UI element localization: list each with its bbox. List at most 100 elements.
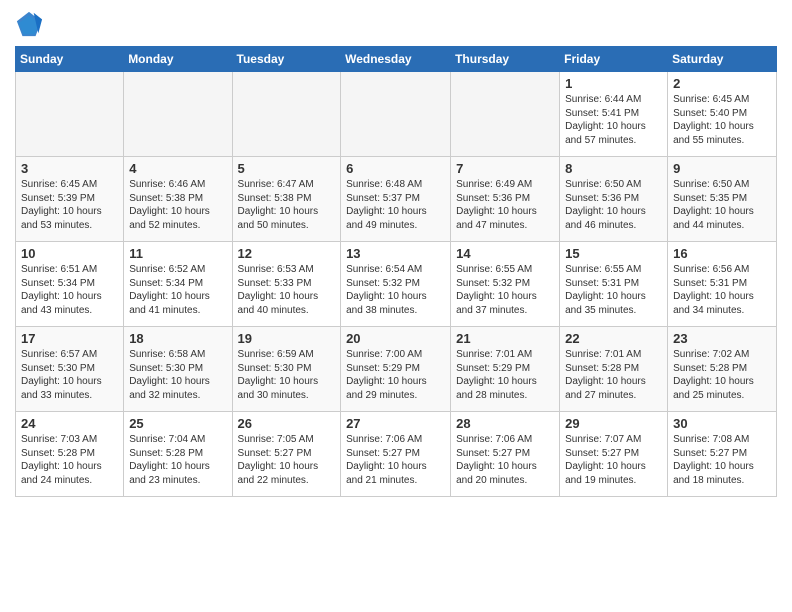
calendar-cell: 10 Sunrise: 6:51 AMSunset: 5:34 PMDayligh… [16,242,124,327]
day-number: 25 [129,416,226,431]
calendar-week-row: 3Sunrise: 6:45 AMSunset: 5:39 PMDaylight… [16,157,777,242]
calendar-cell: 15Sunrise: 6:55 AMSunset: 5:31 PMDayligh… [560,242,668,327]
calendar-cell: 14 Sunrise: 6:55 AMSunset: 5:32 PMDayligh… [451,242,560,327]
day-number: 10 [21,246,118,261]
day-header-saturday: Saturday [668,47,777,72]
calendar-cell: 13 Sunrise: 6:54 AMSunset: 5:32 PMDayligh… [341,242,451,327]
day-info: Sunrise: 6:56 AMSunset: 5:31 PMDaylight:… [673,263,771,317]
calendar-cell: 30 Sunrise: 7:08 AMSunset: 5:27 PMDayligh… [668,412,777,497]
day-info: Sunrise: 7:03 AMSunset: 5:28 PMDaylight:… [21,433,118,487]
day-number: 7 [456,161,554,176]
day-number: 30 [673,416,771,431]
day-number: 19 [238,331,336,346]
calendar-cell: 25 Sunrise: 7:04 AMSunset: 5:28 PMDayligh… [124,412,232,497]
calendar-cell: 8 Sunrise: 6:50 AMSunset: 5:36 PMDaylight… [560,157,668,242]
day-number: 9 [673,161,771,176]
day-number: 2 [673,76,771,91]
day-number: 27 [346,416,445,431]
day-info: Sunrise: 7:01 AMSunset: 5:28 PMDaylight:… [565,348,662,402]
day-header-tuesday: Tuesday [232,47,341,72]
day-info: Sunrise: 6:45 AMSunset: 5:39 PMDaylight:… [21,178,118,232]
day-number: 14 [456,246,554,261]
calendar-cell: 7 Sunrise: 6:49 AMSunset: 5:36 PMDaylight… [451,157,560,242]
calendar-cell: 2 Sunrise: 6:45 AMSunset: 5:40 PMDaylight… [668,72,777,157]
day-info: Sunrise: 6:50 AMSunset: 5:36 PMDaylight:… [565,178,662,232]
calendar-cell [16,72,124,157]
day-number: 18 [129,331,226,346]
page: SundayMondayTuesdayWednesdayThursdayFrid… [0,0,792,512]
calendar-table: SundayMondayTuesdayWednesdayThursdayFrid… [15,46,777,497]
day-number: 28 [456,416,554,431]
day-number: 12 [238,246,336,261]
day-header-sunday: Sunday [16,47,124,72]
calendar-week-row: 1 Sunrise: 6:44 AMSunset: 5:41 PMDaylight… [16,72,777,157]
day-info: Sunrise: 6:50 AMSunset: 5:35 PMDaylight:… [673,178,771,232]
calendar-cell [124,72,232,157]
day-info: Sunrise: 6:55 AMSunset: 5:31 PMDaylight:… [565,263,662,317]
day-info: Sunrise: 6:47 AMSunset: 5:38 PMDaylight:… [238,178,336,232]
day-info: Sunrise: 7:01 AMSunset: 5:29 PMDaylight:… [456,348,554,402]
calendar-cell: 27 Sunrise: 7:06 AMSunset: 5:27 PMDayligh… [341,412,451,497]
calendar-cell: 1 Sunrise: 6:44 AMSunset: 5:41 PMDaylight… [560,72,668,157]
day-info: Sunrise: 6:54 AMSunset: 5:32 PMDaylight:… [346,263,445,317]
day-info: Sunrise: 7:06 AMSunset: 5:27 PMDaylight:… [456,433,554,487]
day-info: Sunrise: 7:00 AMSunset: 5:29 PMDaylight:… [346,348,445,402]
day-info: Sunrise: 6:59 AMSunset: 5:30 PMDaylight:… [238,348,336,402]
calendar-cell: 24 Sunrise: 7:03 AMSunset: 5:28 PMDayligh… [16,412,124,497]
day-number: 4 [129,161,226,176]
day-info: Sunrise: 7:08 AMSunset: 5:27 PMDaylight:… [673,433,771,487]
calendar-cell: 26Sunrise: 7:05 AMSunset: 5:27 PMDayligh… [232,412,341,497]
day-number: 5 [238,161,336,176]
day-number: 8 [565,161,662,176]
calendar-week-row: 10 Sunrise: 6:51 AMSunset: 5:34 PMDayligh… [16,242,777,327]
day-info: Sunrise: 7:02 AMSunset: 5:28 PMDaylight:… [673,348,771,402]
calendar-cell: 28 Sunrise: 7:06 AMSunset: 5:27 PMDayligh… [451,412,560,497]
calendar-cell: 29 Sunrise: 7:07 AMSunset: 5:27 PMDayligh… [560,412,668,497]
calendar-header-row: SundayMondayTuesdayWednesdayThursdayFrid… [16,47,777,72]
logo [15,10,47,38]
calendar-cell: 4 Sunrise: 6:46 AMSunset: 5:38 PMDaylight… [124,157,232,242]
calendar-cell: 20 Sunrise: 7:00 AMSunset: 5:29 PMDayligh… [341,327,451,412]
calendar-cell [451,72,560,157]
calendar-cell: 5 Sunrise: 6:47 AMSunset: 5:38 PMDaylight… [232,157,341,242]
day-info: Sunrise: 6:55 AMSunset: 5:32 PMDaylight:… [456,263,554,317]
calendar-cell: 19 Sunrise: 6:59 AMSunset: 5:30 PMDayligh… [232,327,341,412]
calendar-cell [341,72,451,157]
calendar-cell: 17Sunrise: 6:57 AMSunset: 5:30 PMDayligh… [16,327,124,412]
calendar-cell [232,72,341,157]
calendar-cell: 23 Sunrise: 7:02 AMSunset: 5:28 PMDayligh… [668,327,777,412]
day-header-friday: Friday [560,47,668,72]
calendar-cell: 21 Sunrise: 7:01 AMSunset: 5:29 PMDayligh… [451,327,560,412]
day-info: Sunrise: 6:58 AMSunset: 5:30 PMDaylight:… [129,348,226,402]
day-number: 24 [21,416,118,431]
day-info: Sunrise: 6:46 AMSunset: 5:38 PMDaylight:… [129,178,226,232]
calendar-cell: 11Sunrise: 6:52 AMSunset: 5:34 PMDayligh… [124,242,232,327]
day-number: 13 [346,246,445,261]
day-number: 23 [673,331,771,346]
day-number: 6 [346,161,445,176]
day-number: 26 [238,416,336,431]
day-info: Sunrise: 7:04 AMSunset: 5:28 PMDaylight:… [129,433,226,487]
calendar-cell: 9 Sunrise: 6:50 AMSunset: 5:35 PMDaylight… [668,157,777,242]
day-number: 22 [565,331,662,346]
day-info: Sunrise: 6:49 AMSunset: 5:36 PMDaylight:… [456,178,554,232]
day-info: Sunrise: 7:06 AMSunset: 5:27 PMDaylight:… [346,433,445,487]
calendar-week-row: 24 Sunrise: 7:03 AMSunset: 5:28 PMDayligh… [16,412,777,497]
day-info: Sunrise: 7:07 AMSunset: 5:27 PMDaylight:… [565,433,662,487]
day-info: Sunrise: 6:51 AMSunset: 5:34 PMDaylight:… [21,263,118,317]
day-info: Sunrise: 6:44 AMSunset: 5:41 PMDaylight:… [565,93,662,147]
calendar-cell: 16 Sunrise: 6:56 AMSunset: 5:31 PMDayligh… [668,242,777,327]
day-info: Sunrise: 6:53 AMSunset: 5:33 PMDaylight:… [238,263,336,317]
day-number: 21 [456,331,554,346]
calendar-week-row: 17Sunrise: 6:57 AMSunset: 5:30 PMDayligh… [16,327,777,412]
day-header-thursday: Thursday [451,47,560,72]
calendar-cell: 6 Sunrise: 6:48 AMSunset: 5:37 PMDaylight… [341,157,451,242]
day-number: 29 [565,416,662,431]
day-info: Sunrise: 6:45 AMSunset: 5:40 PMDaylight:… [673,93,771,147]
day-number: 20 [346,331,445,346]
logo-icon [15,10,43,38]
day-header-monday: Monday [124,47,232,72]
day-number: 1 [565,76,662,91]
day-number: 16 [673,246,771,261]
day-info: Sunrise: 6:48 AMSunset: 5:37 PMDaylight:… [346,178,445,232]
